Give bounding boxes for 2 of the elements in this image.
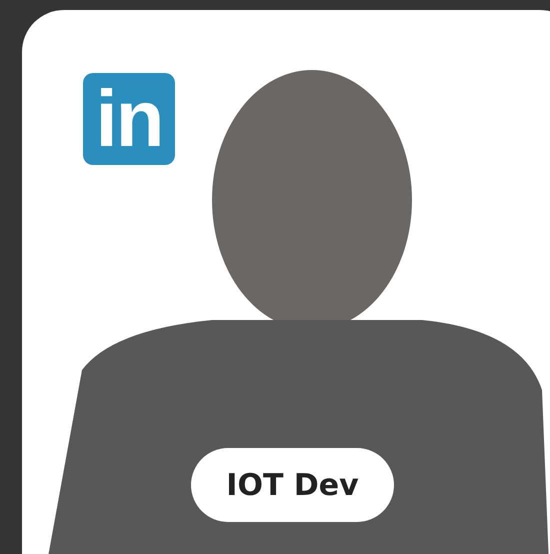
linkedin-logo[interactable]: in bbox=[83, 73, 175, 165]
role-label: IOT Dev bbox=[191, 448, 394, 522]
